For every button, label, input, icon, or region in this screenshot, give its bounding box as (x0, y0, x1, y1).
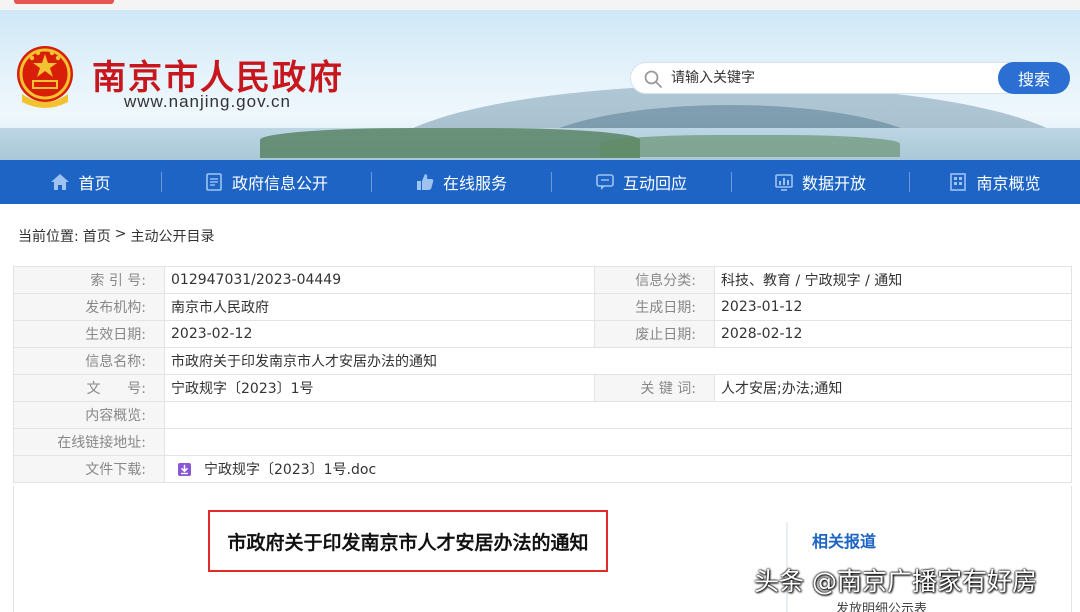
category-value: 科技、教育 / 宁政规字 / 通知 (714, 266, 1072, 294)
nav-item-interaction[interactable]: 互动回应 (551, 160, 731, 204)
nav-item-label: 数据开放 (801, 174, 866, 193)
nav-item-info-disclosure[interactable]: 政府信息公开 (161, 160, 371, 204)
main-nav: 首页 政府信息公开 在线服务 互动回应 数据开放 南京概览 (0, 160, 1080, 204)
site-header: 南京市人民政府 www.nanjing.gov.cn 搜索 (0, 10, 1080, 160)
effective-date-value: 2023-02-12 (164, 320, 595, 348)
related-reports-title: 相关报道 (812, 532, 877, 551)
related-report-link[interactable]: 发放明细公示表 (836, 598, 927, 612)
info-table: 索 引 号: 012947031/2023-04449 信息分类: 科技、教育 … (13, 266, 1072, 483)
table-row: 内容概览: (13, 401, 1072, 429)
download-label: 文件下载: (13, 455, 165, 483)
thumbs-up-icon (416, 174, 434, 190)
nav-item-label: 首页 (78, 174, 111, 193)
info-name-label: 信息名称: (13, 347, 165, 375)
online-link-label: 在线链接地址: (13, 428, 165, 456)
breadcrumb-home-link[interactable]: 首页 (83, 226, 111, 246)
building-icon (950, 173, 967, 191)
breadcrumb-separator: > (114, 226, 127, 242)
index-value: 012947031/2023-04449 (164, 266, 595, 294)
doc-number-label: 文 号: (13, 374, 165, 402)
category-label: 信息分类: (594, 266, 715, 294)
download-cell: 宁政规字〔2023〕1号.doc (164, 455, 1072, 483)
table-row: 发布机构: 南京市人民政府 生成日期: 2023-01-12 (13, 293, 1072, 321)
nav-item-label: 政府信息公开 (231, 174, 328, 193)
watermark: 头条 @南京广播家有好房 (754, 567, 1037, 596)
top-strip (0, 0, 1080, 10)
search-box: 搜索 (630, 62, 1070, 94)
document-title: 市政府关于印发南京市人才安居办法的通知 (208, 510, 608, 572)
publisher-label: 发布机构: (13, 293, 165, 321)
nav-item-label: 在线服务 (442, 174, 507, 193)
doc-number-value: 宁政规字〔2023〕1号 (164, 374, 595, 402)
expiry-date-label: 废止日期: (594, 320, 715, 348)
nav-item-label: 南京概览 (976, 174, 1041, 193)
nav-item-label: 互动回应 (622, 174, 687, 193)
chat-icon (596, 174, 614, 190)
nav-item-home[interactable]: 首页 (0, 160, 161, 204)
info-name-value: 市政府关于印发南京市人才安居办法的通知 (164, 347, 1072, 375)
online-link-value (164, 428, 1072, 456)
site-url[interactable]: www.nanjing.gov.cn (124, 92, 291, 112)
nav-item-open-data[interactable]: 数据开放 (731, 160, 909, 204)
search-input[interactable] (671, 67, 991, 89)
nav-item-online-service[interactable]: 在线服务 (371, 160, 551, 204)
nav-item-nanjing-overview[interactable]: 南京概览 (909, 160, 1080, 204)
banner-trees (260, 128, 640, 158)
created-date-label: 生成日期: (594, 293, 715, 321)
chart-icon (775, 174, 793, 191)
document-icon (206, 173, 222, 191)
created-date-value: 2023-01-12 (714, 293, 1072, 321)
table-row: 在线链接地址: (13, 428, 1072, 456)
table-row: 文 号: 宁政规字〔2023〕1号 关 键 词: 人才安居;办法;通知 (13, 374, 1072, 402)
table-row: 索 引 号: 012947031/2023-04449 信息分类: 科技、教育 … (13, 266, 1072, 294)
keywords-value: 人才安居;办法;通知 (714, 374, 1072, 402)
keywords-label: 关 键 词: (594, 374, 715, 402)
download-file-link[interactable]: 宁政规字〔2023〕1号.doc (204, 462, 376, 478)
table-row: 生效日期: 2023-02-12 废止日期: 2028-02-12 (13, 320, 1072, 348)
breadcrumb-prefix: 当前位置: (18, 229, 79, 245)
search-button[interactable]: 搜索 (998, 62, 1070, 94)
banner-trees-right (600, 135, 900, 157)
index-label: 索 引 号: (13, 266, 165, 294)
breadcrumb: 当前位置: 首页 > 主动公开目录 (18, 226, 214, 246)
national-emblem-icon (17, 46, 73, 108)
download-icon[interactable] (177, 462, 192, 477)
top-accent-bar (14, 0, 114, 4)
search-icon (644, 70, 662, 88)
home-icon (51, 174, 70, 190)
table-row: 信息名称: 市政府关于印发南京市人才安居办法的通知 (13, 347, 1072, 375)
table-row: 文件下载: 宁政规字〔2023〕1号.doc (13, 455, 1072, 483)
expiry-date-value: 2028-02-12 (714, 320, 1072, 348)
publisher-value: 南京市人民政府 (164, 293, 595, 321)
summary-label: 内容概览: (13, 401, 165, 429)
summary-value (164, 401, 1072, 429)
breadcrumb-current[interactable]: 主动公开目录 (130, 226, 214, 246)
effective-date-label: 生效日期: (13, 320, 165, 348)
